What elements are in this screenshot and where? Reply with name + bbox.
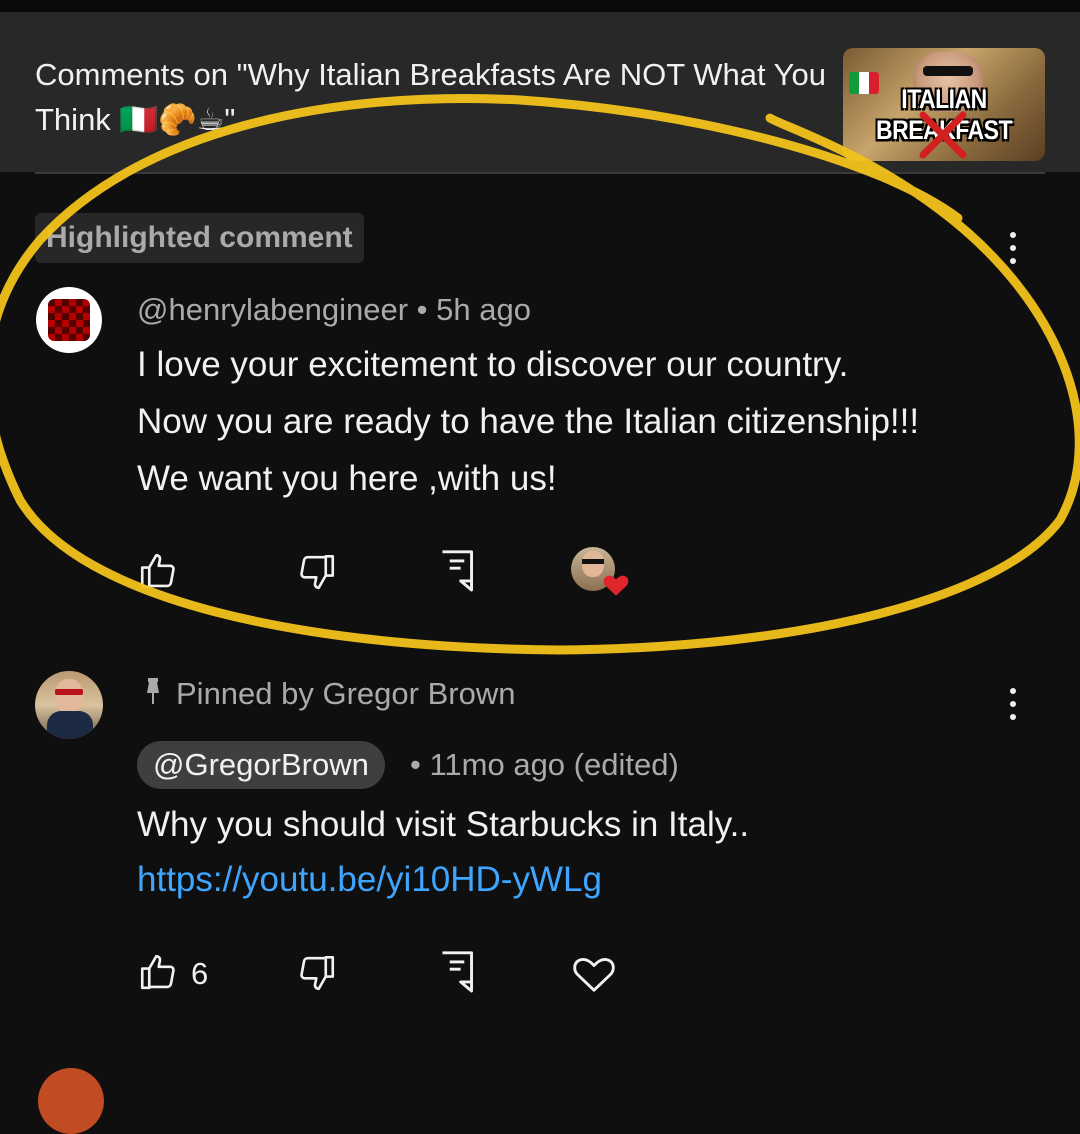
heart-icon[interactable] xyxy=(571,950,617,994)
comment-time: • 11mo ago (edited) xyxy=(410,747,679,782)
pinned-text: Pinned by Gregor Brown xyxy=(176,676,516,711)
comment-text: Why you should visit Starbucks in Italy.… xyxy=(137,805,750,844)
annotation-circle xyxy=(0,94,1080,655)
like-icon[interactable] xyxy=(137,951,179,993)
pinned-label: Pinned by Gregor Brown xyxy=(142,676,515,712)
avatar-head xyxy=(55,679,83,713)
creator-author-chip[interactable]: @GregorBrown xyxy=(137,741,385,789)
reply-icon[interactable] xyxy=(437,949,477,993)
avatar-shades xyxy=(55,689,83,695)
comment-more-icon[interactable] xyxy=(1003,688,1023,728)
pin-icon xyxy=(147,678,159,704)
avatar-shirt xyxy=(47,711,93,739)
dislike-icon[interactable] xyxy=(296,952,338,994)
avatar[interactable] xyxy=(35,671,103,739)
video-link[interactable]: https://youtu.be/yi10HD-yWLg xyxy=(137,860,602,900)
like-count: 6 xyxy=(191,956,209,991)
avatar[interactable] xyxy=(38,1068,104,1134)
